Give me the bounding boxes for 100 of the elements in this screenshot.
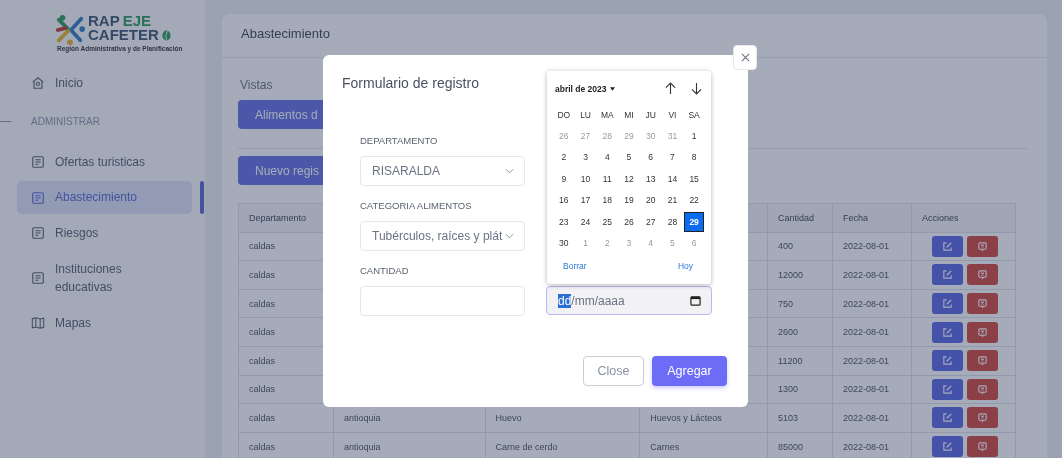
calendar-day[interactable]: 11	[597, 168, 618, 189]
edit-icon	[941, 412, 953, 424]
table-cell: 1300	[778, 384, 799, 395]
delete-icon	[976, 269, 988, 281]
delete-icon	[976, 383, 988, 395]
calendar-day[interactable]: 30	[553, 233, 574, 254]
nav-item[interactable]: Mapas	[17, 306, 192, 340]
edit-button[interactable]	[931, 407, 963, 429]
calendar-day[interactable]: 8	[684, 147, 705, 168]
calendar-day[interactable]: 13	[640, 168, 661, 189]
calendar-day[interactable]: 26	[619, 211, 639, 232]
table-cell: caldas	[249, 270, 275, 280]
weekday-label: VI	[668, 109, 677, 120]
calendar-day[interactable]: 22	[684, 190, 705, 211]
calendar-day[interactable]: 23	[553, 211, 574, 232]
section-heading: ADMINISTRAR	[31, 116, 100, 127]
calendar-day[interactable]: 4	[597, 147, 618, 168]
edit-icon	[941, 383, 953, 395]
calendar-day[interactable]: 2	[553, 147, 574, 168]
delete-icon	[976, 355, 988, 367]
document-icon	[31, 155, 45, 169]
delete-button[interactable]	[966, 293, 998, 315]
table-cell: Huevo	[495, 412, 522, 423]
calendar-day[interactable]: 19	[619, 190, 639, 211]
calendar-day[interactable]: 1	[684, 126, 705, 147]
table-cell: caldas	[249, 384, 275, 395]
calendar-day[interactable]: 15	[684, 168, 705, 189]
weekday-label: DO	[557, 109, 571, 120]
nav-item[interactable]: Ofertas turisticas	[17, 145, 192, 179]
table-cell: 11200	[778, 355, 803, 366]
calendar-day[interactable]: 6	[640, 147, 661, 168]
calendar-day[interactable]: 21	[662, 190, 683, 211]
nav-item[interactable]: Instituciones educativas	[17, 252, 192, 304]
delete-button[interactable]	[966, 378, 998, 400]
nav-item[interactable]: Riesgos	[17, 216, 192, 250]
calendar-day[interactable]: 14	[662, 168, 683, 189]
table-cell: caldas	[249, 441, 275, 452]
table-cell: caldas	[249, 327, 275, 338]
delete-button[interactable]	[966, 350, 998, 372]
clear-link[interactable]: Borrar	[563, 260, 587, 271]
field-label: CATEGORIA ALIMENTOS	[360, 200, 473, 213]
table-cell: 750	[778, 298, 794, 309]
calendar-day[interactable]: 9	[553, 168, 574, 189]
calendar-day[interactable]: 10	[575, 168, 596, 189]
table-cell: 2022-08-01	[843, 298, 890, 309]
select-field[interactable]: RISARALDA	[360, 156, 525, 186]
delete-button[interactable]	[966, 407, 998, 429]
add-button[interactable]: Agregar	[652, 356, 727, 386]
edit-button[interactable]	[931, 321, 963, 343]
field-label: CANTIDAD	[360, 265, 410, 278]
edit-icon	[941, 298, 953, 310]
month-selector[interactable]: abril de 2023	[555, 84, 615, 94]
calendar-day[interactable]: 24	[575, 211, 596, 232]
next-month-button[interactable]	[689, 81, 703, 97]
delete-button[interactable]	[966, 436, 998, 458]
table-cell: antioquia	[343, 412, 381, 423]
weekday-label: SA	[688, 109, 700, 120]
delete-button[interactable]	[966, 264, 998, 286]
table-cell: 2022-08-01	[843, 384, 890, 395]
edit-icon	[941, 441, 953, 453]
calendar-day[interactable]: 25	[597, 211, 618, 232]
page-title: Abastecimiento	[241, 26, 330, 41]
calendar-day[interactable]: 17	[575, 190, 596, 211]
calendar-day[interactable]: 16	[553, 190, 574, 211]
table-cell: 2022-08-01	[843, 270, 890, 280]
calendar-day[interactable]: 28	[662, 211, 683, 232]
edit-button[interactable]	[931, 350, 963, 372]
calendar-day[interactable]: 18	[597, 190, 618, 211]
calendar-day[interactable]: 5	[619, 147, 639, 168]
calendar-day[interactable]: 29	[684, 211, 705, 232]
table-cell: 400	[778, 241, 794, 252]
table-cell: caldas	[249, 298, 275, 309]
calendar-day[interactable]: 27	[640, 211, 661, 232]
calendar-day[interactable]: 3	[575, 147, 596, 168]
table-cell: caldas	[249, 241, 275, 252]
edit-icon	[941, 240, 953, 252]
delete-icon	[976, 240, 988, 252]
column-header: Cantidad	[778, 212, 815, 223]
table-cell: 2022-08-01	[843, 412, 890, 423]
calendar-day[interactable]: 12	[619, 168, 639, 189]
today-link[interactable]: Hoy	[677, 260, 693, 271]
close-button[interactable]	[733, 45, 757, 70]
calendar-day[interactable]: 20	[640, 190, 661, 211]
calendar-day[interactable]: 7	[662, 147, 683, 168]
edit-icon	[941, 355, 953, 367]
nav-item[interactable]: Inicio	[17, 66, 192, 100]
input-field[interactable]	[360, 286, 525, 316]
edit-button[interactable]	[931, 436, 963, 458]
edit-button[interactable]	[931, 293, 963, 315]
edit-button[interactable]	[931, 235, 963, 257]
edit-button[interactable]	[931, 264, 963, 286]
delete-button[interactable]	[966, 235, 998, 257]
select-field[interactable]: Tubérculos, raíces y plát	[360, 221, 525, 251]
weekday-label: LU	[580, 109, 591, 120]
delete-button[interactable]	[966, 321, 998, 343]
table-cell: 85000	[778, 441, 804, 452]
edit-button[interactable]	[931, 378, 963, 400]
previous-month-button[interactable]	[663, 81, 677, 97]
arrow-down-icon	[690, 82, 702, 95]
weekday-label: MA	[600, 109, 614, 120]
